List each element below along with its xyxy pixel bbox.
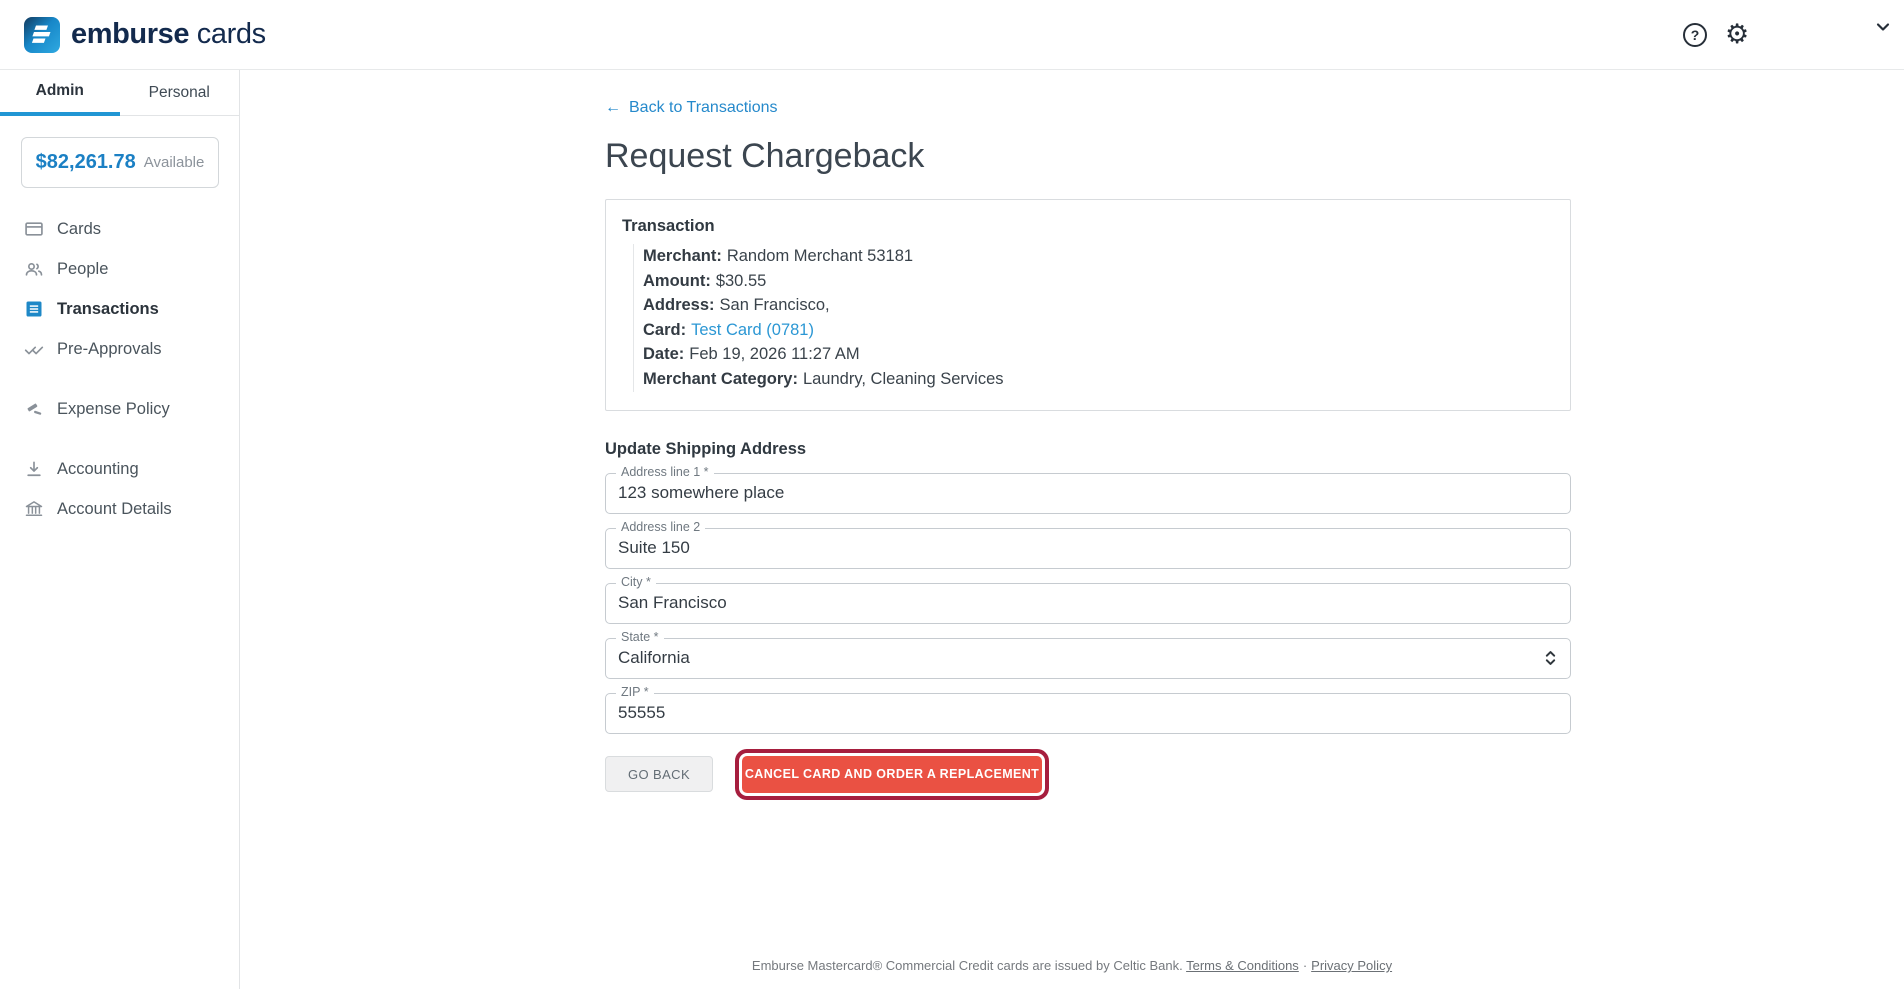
cancel-card-and-order-replacement-button[interactable]: CANCEL CARD AND ORDER A REPLACEMENT <box>742 756 1042 793</box>
brand-wordmark: emburse cards <box>71 18 266 51</box>
transaction-card-row: Card:Test Card (0781) <box>643 318 1550 343</box>
sidebar-item-expense-policy[interactable]: Expense Policy <box>0 389 239 429</box>
zip-field-wrap: ZIP * <box>605 693 1571 734</box>
sidebar-item-label: People <box>57 260 108 279</box>
available-balance[interactable]: $82,261.78 Available <box>21 137 219 188</box>
bank-icon <box>24 499 44 519</box>
page-title: Request Chargeback <box>605 137 1571 176</box>
sidebar-item-transactions[interactable]: Transactions <box>0 289 239 329</box>
back-arrow-icon: ← <box>605 99 621 117</box>
sidebar-item-accounting[interactable]: Accounting <box>0 449 239 489</box>
nav-group-divider <box>0 429 239 449</box>
address-line-1-input[interactable] <box>605 473 1571 514</box>
city-field-wrap: City * <box>605 583 1571 624</box>
address-line-1-label: Address line 1 * <box>616 465 714 479</box>
transaction-summary-card: Transaction Merchant:Random Merchant 531… <box>605 199 1571 411</box>
address-line-2-field-wrap: Address line 2 <box>605 528 1571 569</box>
sidebar-item-cards[interactable]: Cards <box>0 209 239 249</box>
transaction-date-row: Date:Feb 19, 2026 11:27 AM <box>643 342 1550 367</box>
tab-personal[interactable]: Personal <box>120 70 240 116</box>
transaction-category-row: Merchant Category:Laundry, Cleaning Serv… <box>643 367 1550 392</box>
shipping-address-form: Address line 1 * Address line 2 City * S… <box>605 473 1571 734</box>
city-input[interactable] <box>605 583 1571 624</box>
sidebar-item-label: Account Details <box>57 500 172 519</box>
transaction-address-row: Address:San Francisco, <box>643 293 1550 318</box>
go-back-button[interactable]: GO BACK <box>605 756 713 792</box>
privacy-policy-link[interactable]: Privacy Policy <box>1311 958 1392 973</box>
back-to-transactions-link[interactable]: ←Back to Transactions <box>605 99 778 117</box>
gear-icon[interactable]: ⚙ <box>1725 17 1749 53</box>
terms-and-conditions-link[interactable]: Terms & Conditions <box>1186 958 1299 973</box>
main-area: ←Back to Transactions Request Chargeback… <box>240 70 1904 989</box>
address-line-2-label: Address line 2 <box>616 520 705 534</box>
sidebar-item-label: Cards <box>57 220 101 239</box>
footer-disclaimer: Emburse Mastercard® Commercial Credit ca… <box>752 958 1183 973</box>
sidebar-nav: Cards People Transactions Pre-Approvals <box>0 209 239 529</box>
sidebar-item-people[interactable]: People <box>0 249 239 289</box>
help-icon[interactable]: ? <box>1683 23 1707 47</box>
nav-group-divider <box>0 369 239 389</box>
emburse-cards-logo[interactable]: emburse cards <box>24 17 266 53</box>
transaction-amount-row: Amount:$30.55 <box>643 269 1550 294</box>
sidebar-item-label: Expense Policy <box>57 400 170 419</box>
gavel-icon <box>24 399 44 419</box>
transaction-heading: Transaction <box>622 217 1550 236</box>
download-icon <box>24 459 44 479</box>
zip-label: ZIP * <box>616 685 654 699</box>
state-label: State * <box>616 630 664 644</box>
footer: Emburse Mastercard® Commercial Credit ca… <box>240 958 1904 973</box>
zip-input[interactable] <box>605 693 1571 734</box>
address-line-2-input[interactable] <box>605 528 1571 569</box>
sidebar-item-label: Transactions <box>57 300 159 319</box>
sidebar-tabs: Admin Personal <box>0 70 239 116</box>
transaction-merchant-row: Merchant:Random Merchant 53181 <box>643 244 1550 269</box>
tab-admin[interactable]: Admin <box>0 70 120 116</box>
update-shipping-address-heading: Update Shipping Address <box>605 440 1571 459</box>
card-icon <box>24 219 44 239</box>
state-select[interactable]: California <box>605 638 1571 679</box>
sidebar: Admin Personal $82,261.78 Available Card… <box>0 70 240 989</box>
card-link[interactable]: Test Card (0781) <box>691 321 814 339</box>
state-field-wrap: State * California <box>605 638 1571 679</box>
footer-separator: · <box>1303 958 1307 973</box>
sidebar-item-label: Accounting <box>57 460 139 479</box>
top-bar: emburse cards ? ⚙ <box>0 0 1904 70</box>
stepper-icon <box>1543 647 1558 669</box>
sidebar-item-account-details[interactable]: Account Details <box>0 489 239 529</box>
balance-label: Available <box>144 154 205 171</box>
sidebar-item-pre-approvals[interactable]: Pre-Approvals <box>0 329 239 369</box>
balance-amount: $82,261.78 <box>36 151 136 174</box>
emburse-logo-icon <box>24 17 60 53</box>
sidebar-item-label: Pre-Approvals <box>57 340 162 359</box>
double-check-icon <box>24 339 44 359</box>
transactions-icon <box>24 299 44 319</box>
state-selected-value: California <box>618 648 690 668</box>
people-icon <box>24 259 44 279</box>
transaction-details: Merchant:Random Merchant 53181 Amount:$3… <box>633 244 1550 392</box>
address-line-1-field-wrap: Address line 1 * <box>605 473 1571 514</box>
form-actions: GO BACK CANCEL CARD AND ORDER A REPLACEM… <box>605 756 1571 793</box>
city-label: City * <box>616 575 656 589</box>
chevron-down-icon[interactable] <box>1873 17 1893 42</box>
